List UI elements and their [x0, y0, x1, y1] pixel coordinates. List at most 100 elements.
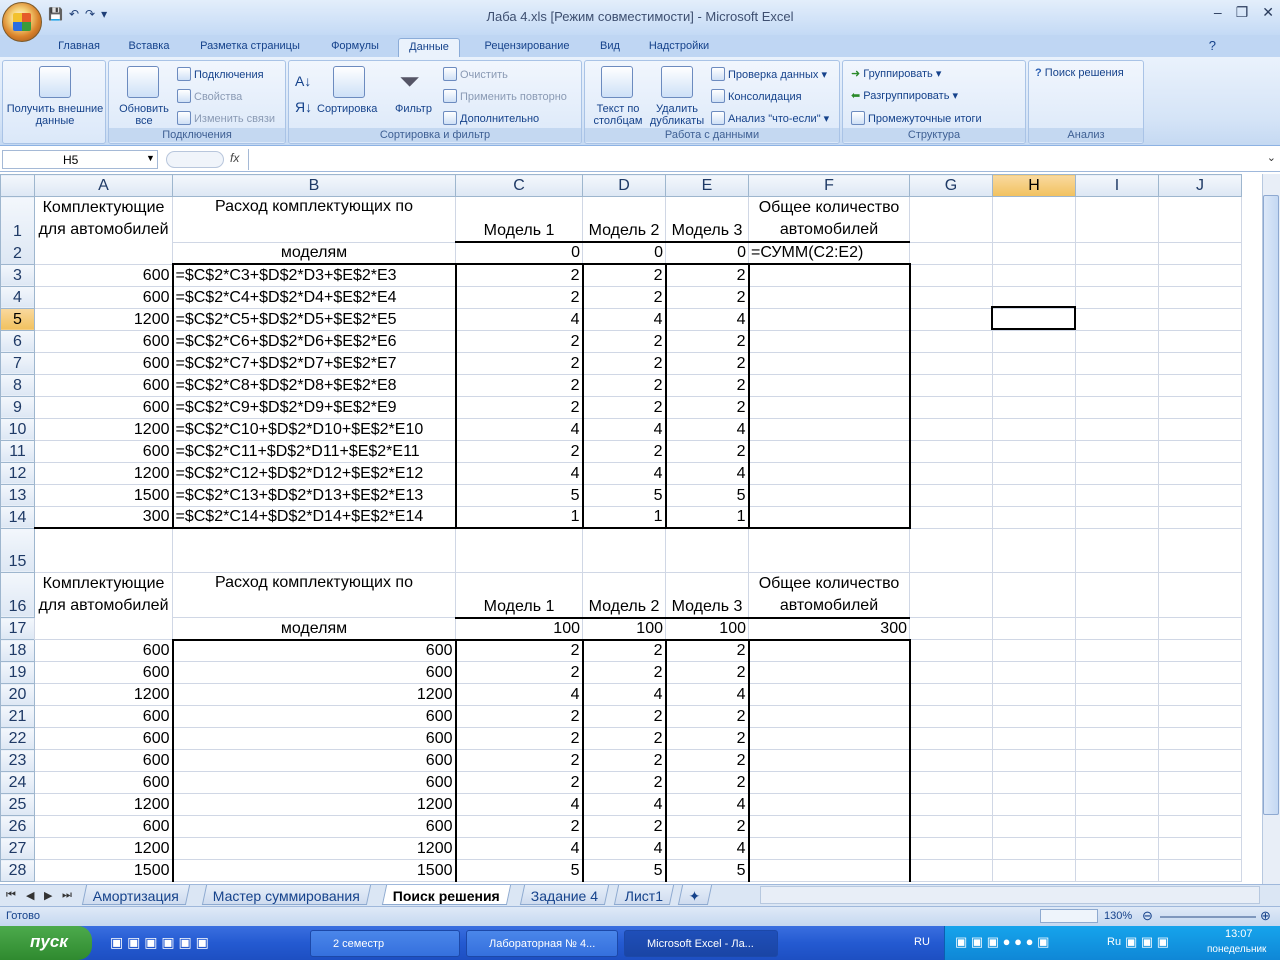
filter-button[interactable]: Фильтр	[395, 103, 432, 115]
cell-a20[interactable]: 1200	[34, 683, 173, 706]
get-external-data-button[interactable]: Получить внешние данные	[5, 103, 105, 127]
cell-e25[interactable]: 4	[664, 793, 749, 816]
cell[interactable]	[992, 395, 1076, 419]
prev-sheet-icon[interactable]: ◀	[26, 889, 34, 902]
cell-a10[interactable]: 1200	[34, 417, 173, 441]
cell[interactable]	[1075, 351, 1159, 375]
cell-d18[interactable]: 2	[581, 639, 666, 662]
cell-e27[interactable]: 4	[664, 837, 749, 860]
cell[interactable]	[909, 417, 993, 441]
cell[interactable]	[1158, 505, 1242, 529]
cell[interactable]	[1075, 395, 1159, 419]
cell-b11[interactable]: =$C$2*C11+$D$2*D11+$E$2*E11	[171, 439, 456, 463]
row-header-25[interactable]: 25	[0, 793, 35, 816]
cell[interactable]	[1158, 417, 1242, 441]
zoom-slider[interactable]	[1160, 916, 1256, 918]
row-header-6[interactable]: 6	[0, 329, 35, 353]
cell[interactable]	[1075, 837, 1159, 860]
cell-f19[interactable]	[747, 661, 911, 684]
cell[interactable]	[1075, 307, 1159, 331]
cell-a4[interactable]: 600	[34, 285, 173, 309]
name-box-dropdown-icon[interactable]: ▼	[146, 153, 155, 163]
cell[interactable]	[34, 527, 173, 573]
col-header-c[interactable]: C	[455, 174, 583, 197]
refresh-all-button[interactable]: Обновить все	[113, 103, 175, 127]
cell-f23[interactable]	[747, 749, 911, 772]
minimize-button[interactable]: ‒	[1214, 4, 1222, 21]
cell-a14[interactable]: 300	[34, 505, 173, 529]
cell-e2[interactable]: 0	[665, 241, 749, 265]
cell[interactable]	[1158, 461, 1242, 485]
cell[interactable]	[1075, 483, 1159, 507]
cell[interactable]	[1158, 571, 1242, 618]
cell[interactable]	[1158, 793, 1242, 816]
row-header-22[interactable]: 22	[0, 727, 35, 750]
cell[interactable]	[909, 527, 993, 573]
cell-d17[interactable]: 100	[582, 616, 666, 641]
cell-e26[interactable]: 2	[664, 815, 749, 838]
cell[interactable]	[1158, 749, 1242, 772]
expand-formula-bar-icon[interactable]: ⌄	[1267, 151, 1276, 164]
sheet-tab-sum-wizard[interactable]: Мастер суммирования	[201, 885, 372, 905]
cell-d14[interactable]: 1	[581, 505, 666, 529]
cell[interactable]	[992, 771, 1076, 794]
tray-icons-2[interactable]: ▣ ▣ ▣	[1125, 934, 1169, 950]
cell-b22[interactable]: 600	[171, 727, 456, 750]
cell[interactable]	[1158, 263, 1242, 287]
language-indicator[interactable]: RU	[914, 936, 930, 948]
col-header-b[interactable]: B	[172, 174, 456, 197]
cell[interactable]	[1075, 329, 1159, 353]
cell-e8[interactable]: 2	[664, 373, 749, 397]
cell-a8[interactable]: 600	[34, 373, 173, 397]
cell[interactable]	[1075, 241, 1159, 265]
cell-c3[interactable]: 2	[454, 263, 583, 287]
cell-e21[interactable]: 2	[664, 705, 749, 728]
cell-c8[interactable]: 2	[454, 373, 583, 397]
tab-review[interactable]: Рецензирование	[472, 38, 582, 57]
cell-d23[interactable]: 2	[581, 749, 666, 772]
cell-b7[interactable]: =$C$2*C7+$D$2*D7+$E$2*E7	[171, 351, 456, 375]
cell[interactable]	[1075, 461, 1159, 485]
cell-f5[interactable]	[747, 307, 911, 331]
cell-d12[interactable]: 4	[581, 461, 666, 485]
sheet-tab-solver[interactable]: Поиск решения	[381, 885, 512, 905]
cell-b17[interactable]: моделям	[172, 617, 456, 641]
row-header-16[interactable]: 16	[0, 571, 35, 618]
cell-b23[interactable]: 600	[171, 749, 456, 772]
cell[interactable]	[1075, 859, 1159, 882]
cell-f20[interactable]	[747, 683, 911, 706]
cell-f12[interactable]	[747, 461, 911, 485]
reapply-button[interactable]: Применить повторно	[443, 89, 567, 103]
cell[interactable]	[1158, 285, 1242, 309]
text-to-columns-button[interactable]: Текст по столбцам	[589, 103, 647, 127]
cell-e24[interactable]: 2	[664, 771, 749, 794]
cell-b13[interactable]: =$C$2*C13+$D$2*D13+$E$2*E13	[171, 483, 456, 507]
row-header-3[interactable]: 3	[0, 263, 35, 287]
cell[interactable]	[1075, 815, 1159, 838]
cell[interactable]	[909, 617, 993, 640]
cell[interactable]	[1075, 617, 1159, 640]
start-button[interactable]: пуск	[0, 926, 92, 960]
cell[interactable]	[1158, 705, 1242, 728]
cell[interactable]	[909, 461, 993, 485]
solver-button[interactable]: ? Поиск решения	[1035, 67, 1124, 79]
cell-c7[interactable]: 2	[454, 351, 583, 375]
cell-a6[interactable]: 600	[34, 329, 173, 353]
cell[interactable]	[992, 639, 1076, 662]
cell-c13[interactable]: 5	[454, 483, 583, 507]
cell-d7[interactable]: 2	[581, 351, 666, 375]
cell[interactable]	[1075, 705, 1159, 728]
properties-button[interactable]: Свойства	[177, 89, 242, 103]
col-header-j[interactable]: J	[1158, 174, 1242, 197]
cell[interactable]	[1075, 505, 1159, 529]
sort-button[interactable]: Сортировка	[317, 103, 377, 115]
cell[interactable]	[992, 285, 1076, 309]
cell[interactable]	[1075, 527, 1159, 573]
cell[interactable]	[1158, 639, 1242, 662]
tab-view[interactable]: Вид	[592, 38, 628, 57]
cell-f7[interactable]	[747, 351, 911, 375]
cell[interactable]	[909, 351, 993, 375]
cell[interactable]	[909, 705, 993, 728]
col-header-g[interactable]: G	[909, 174, 993, 197]
cell[interactable]	[992, 571, 1076, 618]
